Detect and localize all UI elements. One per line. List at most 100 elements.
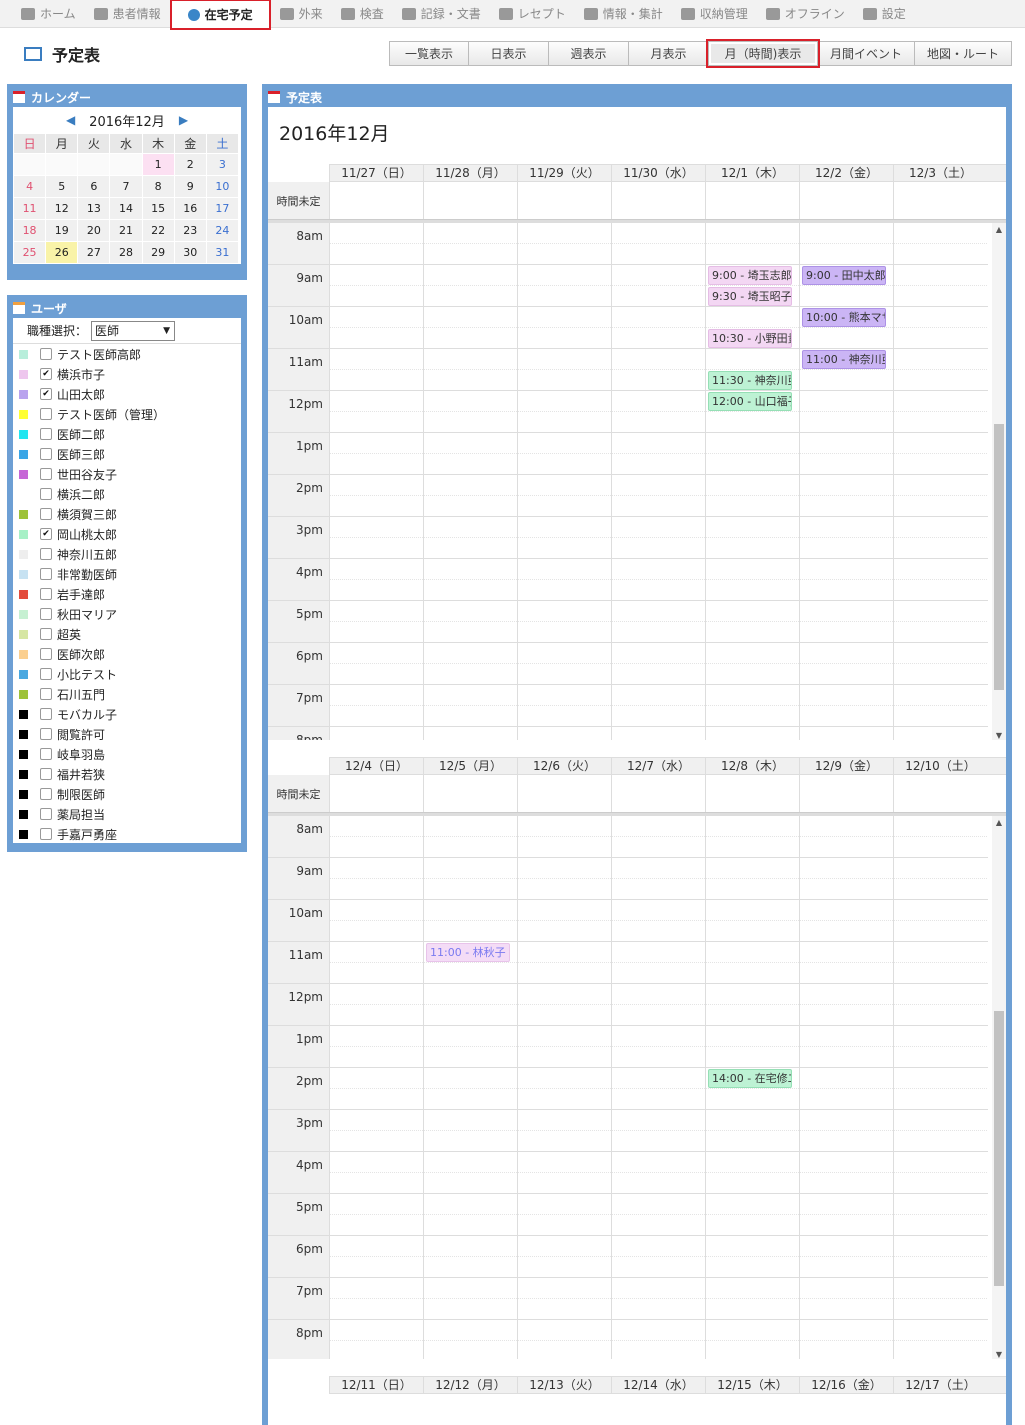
time-slot[interactable] — [611, 816, 705, 857]
time-slot[interactable] — [329, 1194, 423, 1235]
time-slot[interactable] — [705, 942, 799, 983]
untimed-cell[interactable] — [517, 182, 611, 219]
time-slot[interactable] — [517, 517, 611, 558]
time-slot[interactable] — [893, 1278, 987, 1319]
day-header[interactable]: 12/17（土） — [893, 1377, 987, 1393]
time-slot[interactable] — [893, 559, 987, 600]
calendar-day[interactable]: 27 — [77, 241, 111, 264]
calendar-day[interactable]: 9 — [173, 175, 207, 198]
user-checkbox[interactable] — [40, 648, 52, 660]
calendar-day[interactable]: 29 — [141, 241, 175, 264]
schedule-event[interactable]: 9:00 - 埼玉志郎 — [708, 266, 792, 285]
time-slot[interactable] — [329, 1320, 423, 1359]
time-slot[interactable] — [423, 816, 517, 857]
nav-item-3[interactable]: 外来 — [271, 0, 332, 28]
time-slot[interactable] — [329, 433, 423, 474]
time-slot[interactable] — [611, 433, 705, 474]
time-slot[interactable] — [517, 1068, 611, 1109]
time-slot[interactable] — [705, 1110, 799, 1151]
time-slot[interactable] — [423, 307, 517, 348]
user-checkbox[interactable] — [40, 468, 52, 480]
vertical-scrollbar[interactable]: ▲ ▼ — [992, 223, 1006, 740]
time-slot[interactable] — [705, 816, 799, 857]
vertical-scrollbar[interactable]: ▲ ▼ — [992, 816, 1006, 1359]
time-slot[interactable] — [329, 601, 423, 642]
time-slot[interactable] — [705, 559, 799, 600]
time-slot[interactable] — [611, 1026, 705, 1067]
untimed-cell[interactable] — [611, 775, 705, 812]
nav-item-5[interactable]: 記録・文書 — [393, 0, 490, 28]
time-slot[interactable] — [423, 517, 517, 558]
time-slot[interactable] — [329, 727, 423, 740]
user-checkbox[interactable]: ✔ — [40, 368, 52, 380]
time-slot[interactable] — [799, 727, 893, 740]
time-slot[interactable] — [705, 1278, 799, 1319]
calendar-day[interactable]: 5 — [45, 175, 79, 198]
user-item[interactable]: 閲覧許可 — [13, 724, 241, 744]
scroll-up-icon[interactable]: ▲ — [992, 816, 1006, 830]
time-slot[interactable] — [423, 1152, 517, 1193]
calendar-day[interactable]: 8 — [141, 175, 175, 198]
user-checkbox[interactable] — [40, 668, 52, 680]
time-slot[interactable] — [611, 559, 705, 600]
time-slot[interactable] — [517, 1236, 611, 1277]
time-slot[interactable] — [329, 1068, 423, 1109]
time-slot[interactable] — [517, 223, 611, 264]
calendar-day[interactable]: 23 — [173, 219, 207, 242]
time-slot[interactable] — [423, 643, 517, 684]
day-header[interactable]: 12/10（土） — [893, 758, 987, 774]
time-slot[interactable] — [329, 223, 423, 264]
time-slot[interactable] — [517, 816, 611, 857]
untimed-cell[interactable] — [329, 775, 423, 812]
time-slot[interactable] — [893, 601, 987, 642]
time-slot[interactable] — [893, 1320, 987, 1359]
time-slot[interactable] — [705, 1194, 799, 1235]
role-select[interactable]: 医師 ▼ — [91, 320, 176, 341]
nav-item-8[interactable]: 収納管理 — [672, 0, 757, 28]
time-slot[interactable] — [517, 727, 611, 740]
time-slot[interactable] — [517, 1278, 611, 1319]
day-header[interactable]: 12/8（木） — [705, 758, 799, 774]
time-slot[interactable] — [611, 1152, 705, 1193]
calendar-day[interactable]: 22 — [141, 219, 175, 242]
user-item[interactable]: 薬局担当 — [13, 804, 241, 824]
schedule-event[interactable]: 11:00 - 林秋子 — [426, 943, 510, 962]
time-slot[interactable] — [329, 643, 423, 684]
calendar-day[interactable]: 18 — [12, 219, 47, 242]
calendar-day[interactable]: 26 — [45, 241, 79, 264]
day-header[interactable]: 12/12（月） — [423, 1377, 517, 1393]
time-slot[interactable] — [517, 601, 611, 642]
time-slot[interactable] — [329, 559, 423, 600]
day-header[interactable]: 11/29（火） — [517, 165, 611, 181]
time-slot[interactable] — [329, 349, 423, 390]
time-slot[interactable] — [329, 942, 423, 983]
time-slot[interactable] — [517, 1110, 611, 1151]
time-slot[interactable] — [611, 1194, 705, 1235]
time-slot[interactable] — [329, 475, 423, 516]
time-slot[interactable] — [705, 1236, 799, 1277]
time-slot[interactable] — [799, 816, 893, 857]
time-slot[interactable] — [893, 349, 987, 390]
user-checkbox[interactable] — [40, 508, 52, 520]
calendar-day[interactable]: 1 — [141, 153, 175, 176]
time-slot[interactable] — [611, 685, 705, 726]
schedule-event[interactable]: 11:00 - 神奈川亜 — [802, 350, 886, 369]
day-header[interactable]: 12/9（金） — [799, 758, 893, 774]
time-slot[interactable] — [517, 1194, 611, 1235]
time-slot[interactable] — [423, 858, 517, 899]
day-header[interactable]: 12/4（日） — [329, 758, 423, 774]
time-slot[interactable] — [329, 685, 423, 726]
day-header[interactable]: 12/6（火） — [517, 758, 611, 774]
untimed-cell[interactable] — [705, 775, 799, 812]
time-slot[interactable] — [705, 1320, 799, 1359]
time-slot[interactable] — [799, 517, 893, 558]
calendar-day[interactable]: 12 — [45, 197, 79, 220]
time-slot[interactable] — [611, 601, 705, 642]
time-slot[interactable] — [423, 349, 517, 390]
user-checkbox[interactable] — [40, 408, 52, 420]
view-tab-0[interactable]: 一覧表示 — [389, 41, 469, 66]
time-slot[interactable] — [329, 984, 423, 1025]
user-checkbox[interactable] — [40, 548, 52, 560]
time-slot[interactable] — [517, 433, 611, 474]
view-tab-4[interactable]: 月（時間)表示 — [708, 41, 818, 66]
